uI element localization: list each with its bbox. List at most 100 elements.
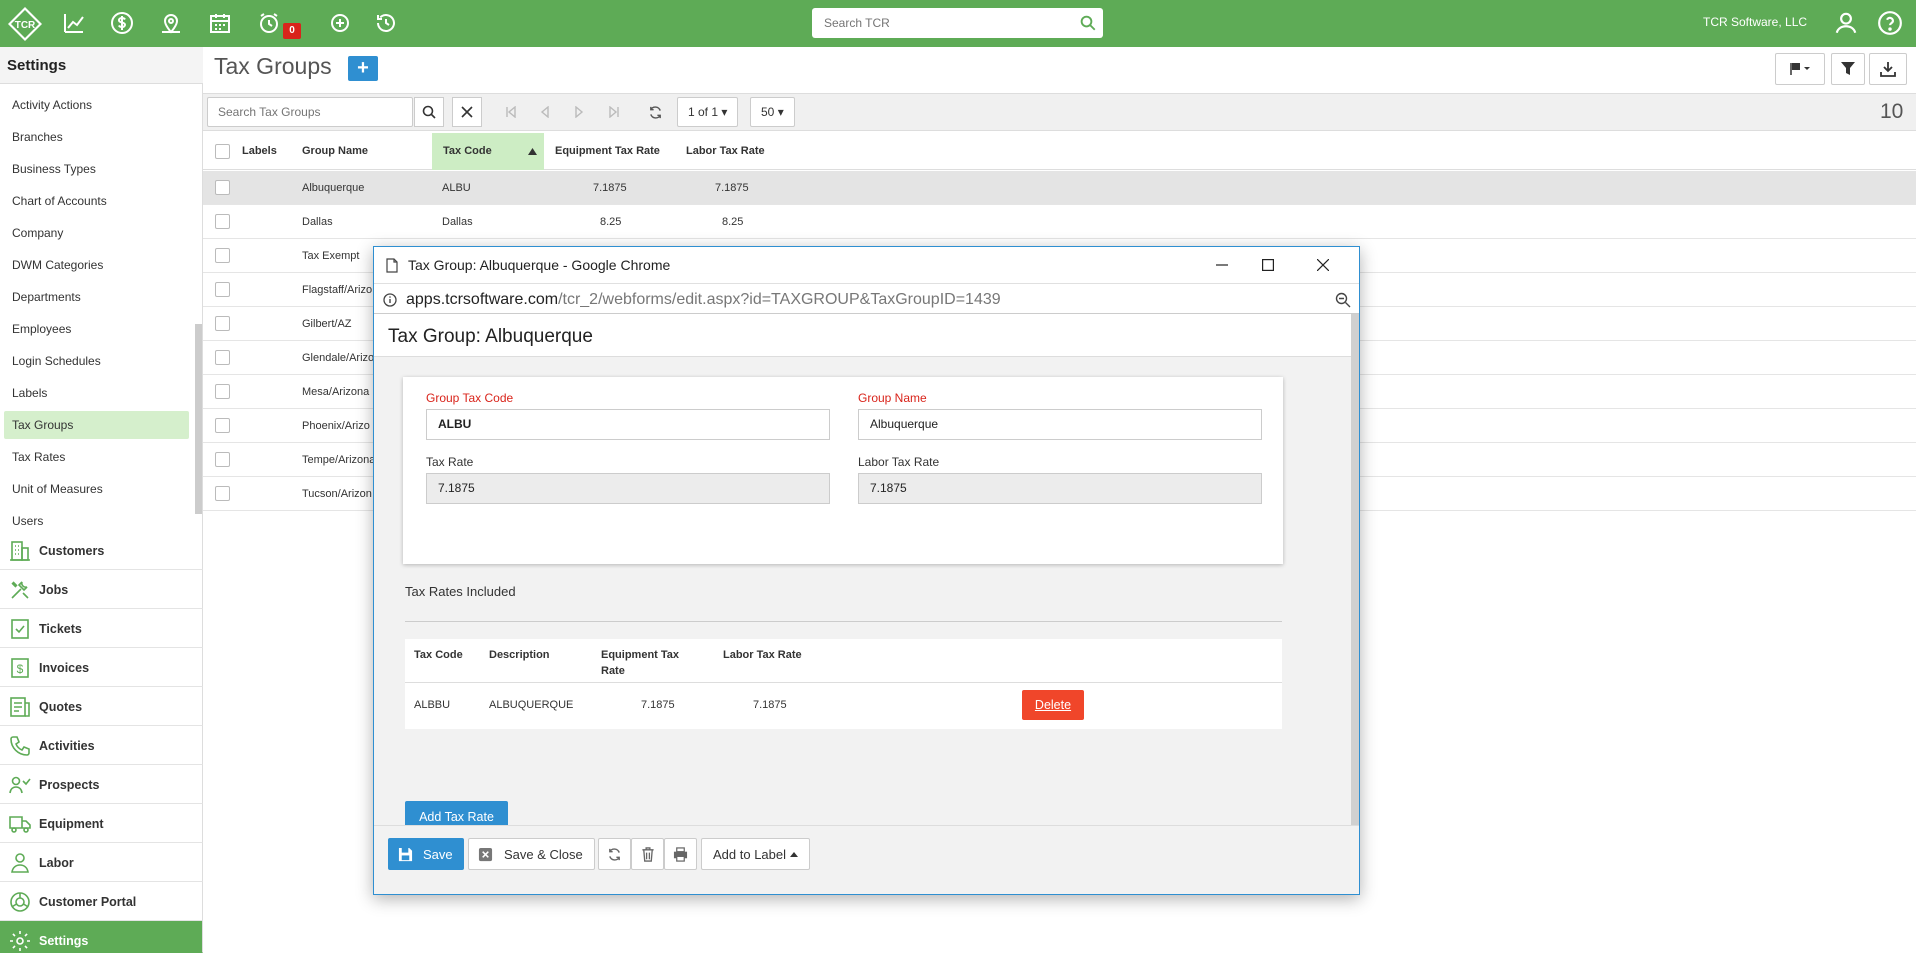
chart-icon[interactable]: [61, 10, 87, 36]
add-to-label-label: Add to Label: [713, 846, 787, 862]
settings-item-tax-groups[interactable]: Tax Groups: [4, 411, 189, 439]
url-bar[interactable]: apps.tcrsoftware.com/tcr_2/webforms/edit…: [374, 283, 1359, 314]
row-checkbox[interactable]: [215, 486, 230, 501]
nav-settings[interactable]: Settings: [0, 921, 203, 953]
row-checkbox[interactable]: [215, 418, 230, 433]
map-pin-icon[interactable]: [158, 10, 184, 36]
print-button[interactable]: [664, 838, 697, 870]
row-checkbox[interactable]: [215, 384, 230, 399]
refresh-button[interactable]: [598, 838, 631, 870]
help-icon[interactable]: [1877, 10, 1903, 36]
grid-search-input[interactable]: [208, 98, 403, 126]
column-equipment-tax-rate[interactable]: Equipment Tax Rate: [555, 133, 660, 170]
row-checkbox[interactable]: [215, 316, 230, 331]
row-checkbox[interactable]: [215, 214, 230, 229]
nav-equipment[interactable]: Equipment: [0, 804, 203, 843]
column-labels[interactable]: Labels: [242, 133, 277, 170]
history-icon[interactable]: [373, 10, 399, 36]
dollar-icon[interactable]: [109, 10, 135, 36]
global-search-input[interactable]: [812, 8, 1062, 38]
url-path: /tcr_2/webforms/edit.aspx?id=TAXGROUP&Ta…: [558, 291, 1001, 308]
quote-icon: [10, 697, 30, 717]
row-checkbox[interactable]: [215, 180, 230, 195]
first-page-icon[interactable]: [502, 103, 520, 121]
row-checkbox[interactable]: [215, 350, 230, 365]
select-all-checkbox[interactable]: [215, 144, 230, 159]
row-checkbox[interactable]: [215, 282, 230, 297]
user-icon[interactable]: [1833, 10, 1859, 36]
page-size-selector[interactable]: 50 ▾: [750, 97, 795, 127]
nav-tickets[interactable]: Tickets: [0, 609, 203, 648]
group-tax-code-field[interactable]: ALBU: [426, 409, 830, 440]
delete-button[interactable]: [631, 838, 664, 870]
settings-item-chart-of-accounts[interactable]: Chart of Accounts: [4, 187, 189, 215]
column-labor-tax-rate[interactable]: Labor Tax Rate: [686, 133, 765, 170]
settings-item-employees[interactable]: Employees: [4, 315, 189, 343]
cell-description: ALBUQUERQUE: [489, 699, 574, 711]
close-window-button[interactable]: [1313, 255, 1333, 275]
column-tax-code[interactable]: Tax Code: [432, 133, 544, 170]
last-page-icon[interactable]: [605, 103, 623, 121]
column-group-name[interactable]: Group Name: [302, 133, 368, 170]
zoom-icon[interactable]: [1335, 292, 1351, 308]
nav-invoices[interactable]: $ Invoices: [0, 648, 203, 687]
calendar-icon[interactable]: [207, 10, 233, 36]
logo-icon[interactable]: TCR: [7, 6, 43, 42]
nav-customer-portal[interactable]: Customer Portal: [0, 882, 203, 921]
settings-scrollbar[interactable]: [195, 324, 202, 514]
settings-item-dwm-categories[interactable]: DWM Categories: [4, 251, 189, 279]
row-checkbox[interactable]: [215, 452, 230, 467]
settings-item-departments[interactable]: Departments: [4, 283, 189, 311]
download-button[interactable]: [1869, 53, 1907, 85]
nav-activities[interactable]: Activities: [0, 726, 203, 765]
settings-item-login-schedules[interactable]: Login Schedules: [4, 347, 189, 375]
truck-icon: [9, 816, 31, 833]
settings-item-branches[interactable]: Branches: [4, 123, 189, 151]
maximize-button[interactable]: [1258, 255, 1278, 275]
page-selector[interactable]: 1 of 1 ▾: [677, 97, 739, 127]
settings-item-unit-of-measures[interactable]: Unit of Measures: [4, 475, 189, 503]
add-to-label-button[interactable]: Add to Label: [701, 838, 810, 870]
settings-item-business-types[interactable]: Business Types: [4, 155, 189, 183]
person-icon: [11, 853, 29, 873]
delete-tax-rate-button[interactable]: Delete: [1022, 690, 1084, 720]
flag-filter-button[interactable]: [1775, 53, 1825, 85]
nav-quotes[interactable]: Quotes: [0, 687, 203, 726]
table-row[interactable]: Albuquerque ALBU 7.1875 7.1875: [203, 171, 1916, 205]
minimize-button[interactable]: [1212, 255, 1232, 275]
nav-customers[interactable]: Customers: [0, 531, 203, 570]
settings-item-labels[interactable]: Labels: [4, 379, 189, 407]
settings-item-activity-actions[interactable]: Activity Actions: [4, 91, 189, 119]
nav-prospects[interactable]: Prospects: [0, 765, 203, 804]
prev-page-icon[interactable]: [536, 103, 554, 121]
table-row[interactable]: Dallas Dallas 8.25 8.25: [203, 205, 1916, 239]
settings-item-tax-rates[interactable]: Tax Rates: [4, 443, 189, 471]
content-scrollbar[interactable]: [1351, 314, 1359, 825]
grid-clear-button[interactable]: [452, 97, 482, 127]
refresh-icon[interactable]: [646, 103, 664, 121]
labor-tax-rate-label: Labor Tax Rate: [858, 455, 940, 469]
group-name-field[interactable]: Albuquerque: [858, 409, 1262, 440]
cell-group-name: Tax Exempt: [302, 250, 360, 262]
save-close-button[interactable]: Save & Close: [468, 838, 595, 870]
row-checkbox[interactable]: [215, 248, 230, 263]
grid-search: [207, 97, 413, 127]
save-button[interactable]: Save: [388, 838, 464, 870]
top-bar: TCR 0 TCR Software, LLC: [0, 0, 1916, 47]
add-tax-rate-button[interactable]: Add Tax Rate: [405, 801, 508, 825]
nav-labor[interactable]: Labor: [0, 843, 203, 882]
alarm-icon[interactable]: [256, 10, 282, 36]
settings-item-company[interactable]: Company: [4, 219, 189, 247]
add-tax-group-button[interactable]: +: [348, 56, 378, 81]
nav-jobs[interactable]: Jobs: [0, 570, 203, 609]
next-page-icon[interactable]: [570, 103, 588, 121]
building-icon: [10, 541, 30, 561]
grid-search-button[interactable]: [414, 97, 444, 127]
flag-icon: [1790, 63, 1810, 75]
filter-button[interactable]: [1831, 53, 1865, 85]
add-circle-icon[interactable]: [327, 10, 353, 36]
print-icon: [673, 846, 688, 862]
window-titlebar[interactable]: Tax Group: Albuquerque - Google Chrome: [374, 247, 1359, 283]
search-icon[interactable]: [1079, 14, 1097, 32]
settings-item-users[interactable]: Users: [4, 507, 189, 531]
